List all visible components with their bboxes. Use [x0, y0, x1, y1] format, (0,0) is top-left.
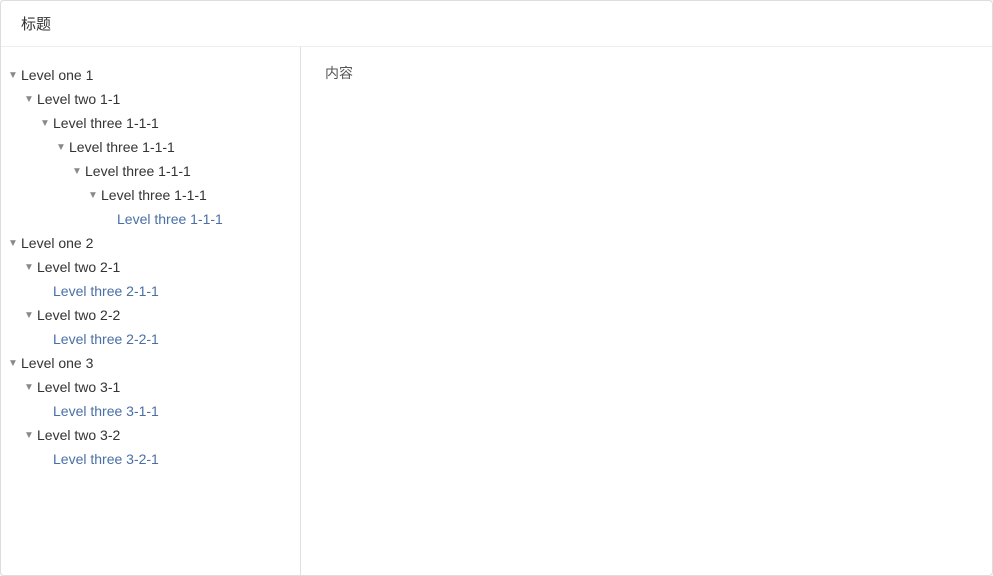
- tree-item-three3-2-1[interactable]: Level three 3-2-1: [1, 447, 300, 471]
- tree-arrow-two3-1: [21, 379, 37, 395]
- content-area: 内容: [301, 47, 992, 575]
- tree-arrow-three1-1-1b: [53, 139, 69, 155]
- tree-item-three1-1-1e[interactable]: Level three 1-1-1: [1, 207, 300, 231]
- tree-label-two1-1: Level two 1-1: [37, 91, 120, 107]
- app-title: 标题: [21, 16, 51, 33]
- tree-label-two3-2: Level two 3-2: [37, 427, 120, 443]
- tree-label-three1-1-1b: Level three 1-1-1: [69, 139, 175, 155]
- tree-arrow-one3: [5, 355, 21, 371]
- tree-label-two2-2: Level two 2-2: [37, 307, 120, 323]
- tree-label-one3: Level one 3: [21, 355, 93, 371]
- tree-item-one1[interactable]: Level one 1: [1, 63, 300, 87]
- tree-label-one1: Level one 1: [21, 67, 93, 83]
- tree-item-one3[interactable]: Level one 3: [1, 351, 300, 375]
- tree-label-three3-2-1: Level three 3-2-1: [53, 451, 159, 467]
- tree-label-one2: Level one 2: [21, 235, 93, 251]
- tree-arrow-three1-1-1a: [37, 115, 53, 131]
- tree-item-two2-1[interactable]: Level two 2-1: [1, 255, 300, 279]
- tree-item-three1-1-1d[interactable]: Level three 1-1-1: [1, 183, 300, 207]
- tree-arrow-one1: [5, 67, 21, 83]
- tree-arrow-one2: [5, 235, 21, 251]
- app-header: 标题: [1, 1, 992, 47]
- tree-label-three1-1-1a: Level three 1-1-1: [53, 115, 159, 131]
- tree-arrow-two2-2: [21, 307, 37, 323]
- tree-arrow-three1-1-1d: [85, 187, 101, 203]
- tree-label-two2-1: Level two 2-1: [37, 259, 120, 275]
- sidebar: Level one 1 Level two 1-1 Level three 1-1-…: [1, 47, 301, 575]
- tree-item-three2-1-1[interactable]: Level three 2-1-1: [1, 279, 300, 303]
- tree-arrow-two3-2: [21, 427, 37, 443]
- tree-arrow-two1-1: [21, 91, 37, 107]
- tree-item-two3-1[interactable]: Level two 3-1: [1, 375, 300, 399]
- tree-item-three2-2-1[interactable]: Level three 2-2-1: [1, 327, 300, 351]
- tree-item-two3-2[interactable]: Level two 3-2: [1, 423, 300, 447]
- tree-item-three1-1-1a[interactable]: Level three 1-1-1: [1, 111, 300, 135]
- tree-label-three2-2-1: Level three 2-2-1: [53, 331, 159, 347]
- app-container: 标题 Level one 1 Level two 1-1 Level three 1…: [0, 0, 993, 576]
- tree-arrow-two2-1: [21, 259, 37, 275]
- tree-label-three3-1-1: Level three 3-1-1: [53, 403, 159, 419]
- tree-item-three1-1-1c[interactable]: Level three 1-1-1: [1, 159, 300, 183]
- app-body: Level one 1 Level two 1-1 Level three 1-1-…: [1, 47, 992, 575]
- tree-label-three2-1-1: Level three 2-1-1: [53, 283, 159, 299]
- tree-label-two3-1: Level two 3-1: [37, 379, 120, 395]
- tree-item-two2-2[interactable]: Level two 2-2: [1, 303, 300, 327]
- content-text: 内容: [325, 65, 353, 81]
- tree-item-one2[interactable]: Level one 2: [1, 231, 300, 255]
- tree-label-three1-1-1c: Level three 1-1-1: [85, 163, 191, 179]
- tree-item-three1-1-1b[interactable]: Level three 1-1-1: [1, 135, 300, 159]
- tree-arrow-three1-1-1c: [69, 163, 85, 179]
- tree-label-three1-1-1e: Level three 1-1-1: [117, 211, 223, 227]
- tree-item-three3-1-1[interactable]: Level three 3-1-1: [1, 399, 300, 423]
- tree-item-two1-1[interactable]: Level two 1-1: [1, 87, 300, 111]
- tree-label-three1-1-1d: Level three 1-1-1: [101, 187, 207, 203]
